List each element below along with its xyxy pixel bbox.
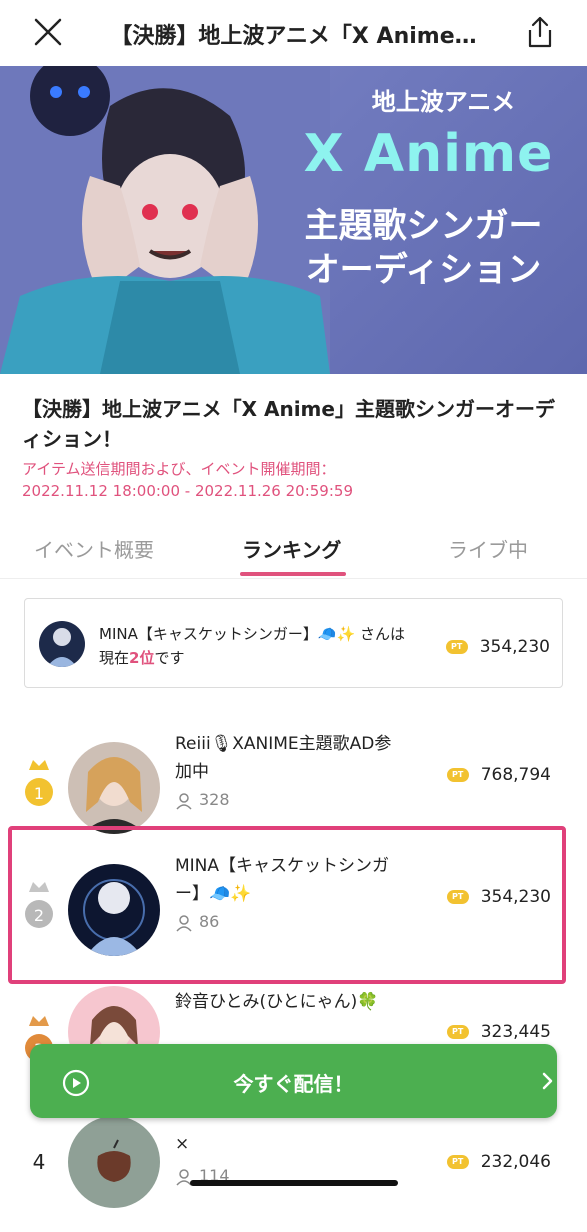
avatar <box>39 621 85 667</box>
tab-bar: イベント概要 ランキング ライブ中 <box>0 520 587 579</box>
person-icon <box>176 792 192 810</box>
ranking-row[interactable]: 4 × 114 PT 232,046 <box>0 1102 587 1232</box>
close-icon[interactable] <box>30 14 66 50</box>
tab-ranking[interactable]: ランキング <box>242 534 341 563</box>
banner-line3: 主題歌シンガー <box>304 206 543 246</box>
pt-icon: PT <box>445 640 468 654</box>
my-status-line2: 現在2位です <box>99 649 185 667</box>
page-title: 【決勝】地上波アニメ「X Anime… <box>110 24 477 49</box>
points: PT 768,794 <box>446 765 551 785</box>
my-rank-value: 2位 <box>129 649 155 667</box>
tab-overview[interactable]: イベント概要 <box>34 534 154 563</box>
my-points: PT 354,230 <box>445 637 550 657</box>
chevron-right-icon <box>542 1072 553 1090</box>
pt-icon: PT <box>446 1155 469 1169</box>
period-value: 2022.11.12 18:00:00 - 2022.11.26 20:59:5… <box>22 482 353 500</box>
streamer-name: Reiii🎙XANIME主題歌AD参加中 <box>175 734 392 782</box>
points: PT 232,046 <box>446 1152 551 1172</box>
pt-icon: PT <box>446 1025 469 1039</box>
streamer-name: 鈴音ひとみ(ひとにゃん)🍀 <box>175 992 379 1012</box>
start-live-button[interactable]: 今すぐ配信！ <box>30 1044 557 1118</box>
banner-line2: X Anime <box>303 124 554 184</box>
rank-number: 4 <box>32 1150 46 1174</box>
event-banner: 地上波アニメ X Anime 主題歌シンガー オーディション <box>0 66 587 374</box>
tab-live[interactable]: ライブ中 <box>448 534 528 563</box>
event-title: 【決勝】地上波アニメ「X Anime」主題歌シンガーオーディション！ <box>22 397 555 451</box>
highlight-marker <box>8 826 566 984</box>
my-status-line1: MINA【キャスケットシンガー】🧢✨ さんは <box>99 625 405 643</box>
active-tab-indicator <box>240 572 346 576</box>
home-indicator <box>190 1180 398 1186</box>
start-live-label: 今すぐ配信！ <box>233 1072 354 1096</box>
period-label: アイテム送信期間および、イベント開催期間： <box>22 460 336 478</box>
pt-icon: PT <box>446 768 469 782</box>
banner-line4: オーディション <box>305 250 542 290</box>
points: PT 323,445 <box>446 1022 551 1042</box>
avatar <box>68 742 160 834</box>
fan-count: 328 <box>175 790 230 810</box>
rank-number: 1 <box>33 784 45 803</box>
avatar <box>68 1116 160 1208</box>
banner-line1: 地上波アニメ <box>371 88 516 116</box>
share-icon[interactable] <box>522 14 558 50</box>
streamer-name: × <box>175 1134 190 1154</box>
my-rank-card[interactable]: MINA【キャスケットシンガー】🧢✨ さんは 現在2位です PT 354,230 <box>24 598 563 688</box>
top-bar: 【決勝】地上波アニメ「X Anime… <box>0 0 587 66</box>
